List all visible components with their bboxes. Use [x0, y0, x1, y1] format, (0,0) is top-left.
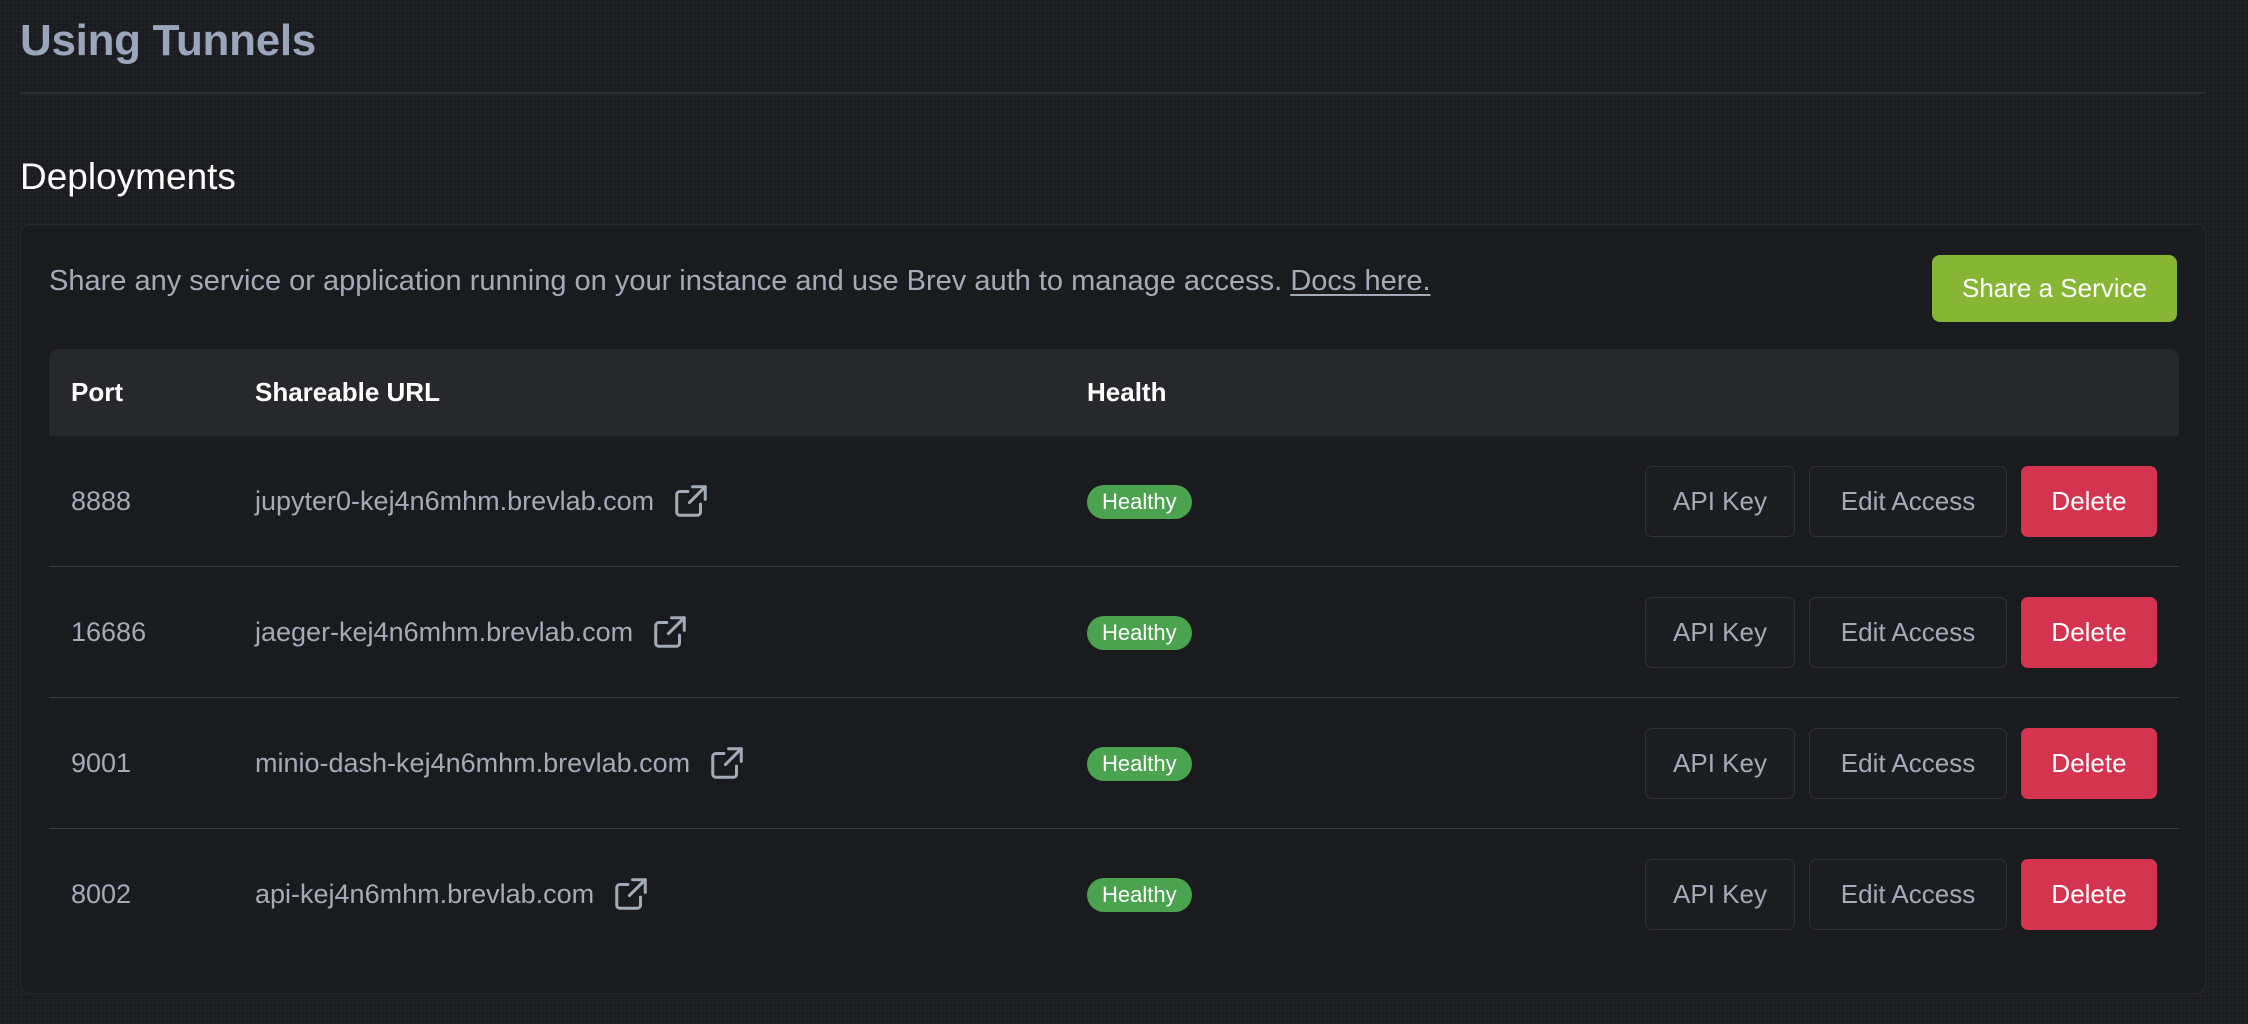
description-text: Share any service or application running…: [49, 265, 1283, 297]
row-actions: API Key Edit Access Delete: [1645, 597, 2157, 668]
url-cell: jupyter0-kej4n6mhm.brevlab.com: [255, 436, 710, 566]
row-actions: API Key Edit Access Delete: [1645, 728, 2157, 799]
table-row: 8888 jupyter0-kej4n6mhm.brevlab.com Heal…: [49, 436, 2179, 567]
table-row: 8002 api-kej4n6mhm.brevlab.com Healthy A…: [49, 829, 2179, 959]
table-header: Port Shareable URL Health: [49, 349, 2179, 436]
column-header-port: Port: [71, 377, 123, 407]
external-link-icon[interactable]: [612, 875, 650, 913]
url-cell: api-kej4n6mhm.brevlab.com: [255, 829, 650, 959]
port-cell: 8002: [71, 879, 132, 909]
table-row: 9001 minio-dash-kej4n6mhm.brevlab.com He…: [49, 698, 2179, 829]
url-cell: minio-dash-kej4n6mhm.brevlab.com: [255, 698, 746, 828]
edit-access-button[interactable]: Edit Access: [1809, 597, 2007, 668]
deployments-table: Port Shareable URL Health 8888 jupyter0-…: [49, 349, 2179, 959]
table-body: 8888 jupyter0-kej4n6mhm.brevlab.com Heal…: [49, 436, 2179, 959]
port-cell: 16686: [71, 617, 147, 647]
edit-access-button[interactable]: Edit Access: [1809, 466, 2007, 537]
deployments-heading: Deployments: [20, 156, 236, 197]
shareable-url-link[interactable]: jupyter0-kej4n6mhm.brevlab.com: [255, 486, 654, 517]
api-key-button[interactable]: API Key: [1645, 859, 1795, 930]
health-status-badge: Healthy: [1087, 485, 1192, 519]
column-header-health: Health: [1087, 377, 1167, 407]
health-status-badge: Healthy: [1087, 747, 1192, 781]
edit-access-button[interactable]: Edit Access: [1809, 728, 2007, 799]
api-key-button[interactable]: API Key: [1645, 597, 1795, 668]
row-actions: API Key Edit Access Delete: [1645, 859, 2157, 930]
delete-button[interactable]: Delete: [2021, 728, 2157, 799]
edit-access-button[interactable]: Edit Access: [1809, 859, 2007, 930]
url-cell: jaeger-kej4n6mhm.brevlab.com: [255, 567, 689, 697]
external-link-icon[interactable]: [708, 744, 746, 782]
health-status-badge: Healthy: [1087, 878, 1192, 912]
title-divider: [20, 92, 2206, 94]
share-service-button[interactable]: Share a Service: [1932, 255, 2177, 322]
external-link-icon[interactable]: [672, 482, 710, 520]
deployments-panel: Share any service or application running…: [20, 224, 2206, 994]
column-header-url: Shareable URL: [255, 377, 440, 407]
page-title: Using Tunnels: [20, 16, 316, 65]
row-actions: API Key Edit Access Delete: [1645, 466, 2157, 537]
api-key-button[interactable]: API Key: [1645, 728, 1795, 799]
delete-button[interactable]: Delete: [2021, 466, 2157, 537]
external-link-icon[interactable]: [651, 613, 689, 651]
shareable-url-link[interactable]: minio-dash-kej4n6mhm.brevlab.com: [255, 748, 690, 779]
delete-button[interactable]: Delete: [2021, 859, 2157, 930]
table-row: 16686 jaeger-kej4n6mhm.brevlab.com Healt…: [49, 567, 2179, 698]
api-key-button[interactable]: API Key: [1645, 466, 1795, 537]
port-cell: 8888: [71, 486, 132, 516]
deployments-description: Share any service or application running…: [49, 265, 1431, 298]
delete-button[interactable]: Delete: [2021, 597, 2157, 668]
shareable-url-link[interactable]: jaeger-kej4n6mhm.brevlab.com: [255, 617, 633, 648]
shareable-url-link[interactable]: api-kej4n6mhm.brevlab.com: [255, 879, 594, 910]
docs-link[interactable]: Docs here.: [1290, 265, 1430, 297]
health-status-badge: Healthy: [1087, 616, 1192, 650]
port-cell: 9001: [71, 748, 132, 778]
